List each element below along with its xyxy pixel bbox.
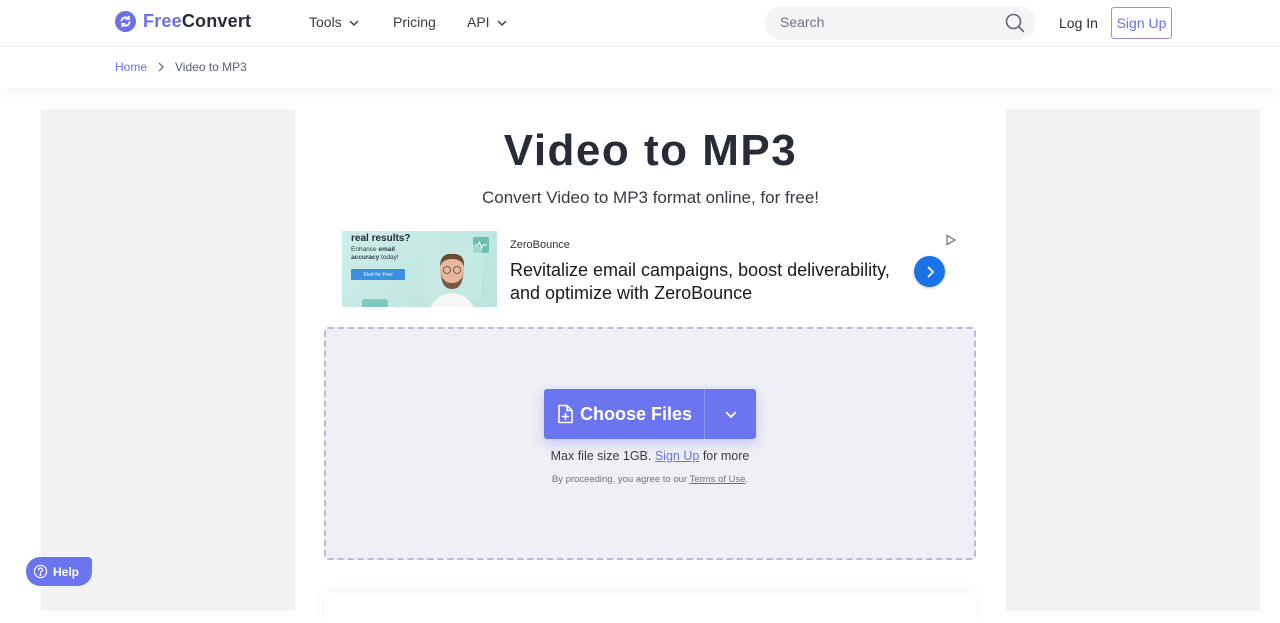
ad-image[interactable]: real results? Enhance email accuracy toda… <box>342 231 497 307</box>
ad-cta-button[interactable] <box>914 256 945 287</box>
nav-api-label: API <box>467 14 490 30</box>
breadcrumb: Home Video to MP3 <box>115 60 247 74</box>
upload-source-dropdown[interactable] <box>705 389 756 439</box>
ad-image-subline: Enhance email accuracy today! <box>351 246 399 261</box>
signup-link[interactable]: Sign Up <box>655 449 699 463</box>
content-card <box>325 593 976 623</box>
help-button[interactable]: Help <box>26 557 92 586</box>
max-file-size-note: Max file size 1GB. Sign Up for more <box>550 449 750 463</box>
ad-text[interactable]: Revitalize email campaigns, boost delive… <box>510 259 900 305</box>
help-label: Help <box>53 564 80 579</box>
right-ad-slot <box>1006 109 1260 611</box>
ad-image-headline: real results? <box>351 233 411 244</box>
choose-files-button-group: Choose Files <box>544 389 756 439</box>
nav-api[interactable]: API <box>467 14 508 30</box>
nav-pricing[interactable]: Pricing <box>393 14 436 30</box>
logo-text-convert: Convert <box>181 11 252 31</box>
breadcrumb-current: Video to MP3 <box>175 60 247 74</box>
chevron-right-icon <box>926 265 934 278</box>
search-icon[interactable] <box>1004 12 1026 39</box>
terms-note: By proceeding, you agree to our Terms of… <box>551 474 749 485</box>
chevron-down-icon <box>497 20 507 26</box>
chevron-down-icon <box>724 410 737 418</box>
logo-text-free: Free <box>143 11 182 31</box>
file-dropzone[interactable] <box>324 327 976 560</box>
terms-of-use-link[interactable]: Terms of Use <box>690 474 746 485</box>
signup-button[interactable]: Sign Up <box>1111 7 1172 39</box>
logo[interactable]: FreeConvert <box>115 11 251 32</box>
person-photo-icon <box>422 245 482 307</box>
breadcrumb-home[interactable]: Home <box>115 60 147 74</box>
page-title: Video to MP3 <box>503 126 798 175</box>
ad-brand: ZeroBounce <box>510 239 570 251</box>
left-ad-slot <box>41 109 295 611</box>
page-subtitle: Convert Video to MP3 format online, for … <box>481 188 820 207</box>
chevron-right-icon <box>158 62 164 72</box>
top-nav-header: FreeConvert Tools Pricing API Log In Sig… <box>0 0 1280 47</box>
breadcrumb-bar: Home Video to MP3 <box>0 48 1280 88</box>
ad-image-decor <box>362 299 388 307</box>
file-add-icon <box>558 404 573 424</box>
ad-banner[interactable]: real results? Enhance email accuracy toda… <box>342 230 962 308</box>
adchoices-icon[interactable] <box>945 233 957 251</box>
nav-tools[interactable]: Tools <box>309 14 360 30</box>
nav-tools-label: Tools <box>309 14 342 30</box>
chevron-down-icon <box>349 20 359 26</box>
search-input[interactable] <box>780 14 990 30</box>
nav-pricing-label: Pricing <box>393 14 436 30</box>
search-box <box>765 6 1036 40</box>
choose-files-label: Choose Files <box>579 403 693 424</box>
ad-image-button: Start for Free <box>351 269 405 280</box>
choose-files-button[interactable]: Choose Files <box>544 389 705 439</box>
refresh-icon <box>115 11 136 32</box>
question-circle-icon <box>33 564 48 579</box>
login-link[interactable]: Log In <box>1059 15 1098 31</box>
